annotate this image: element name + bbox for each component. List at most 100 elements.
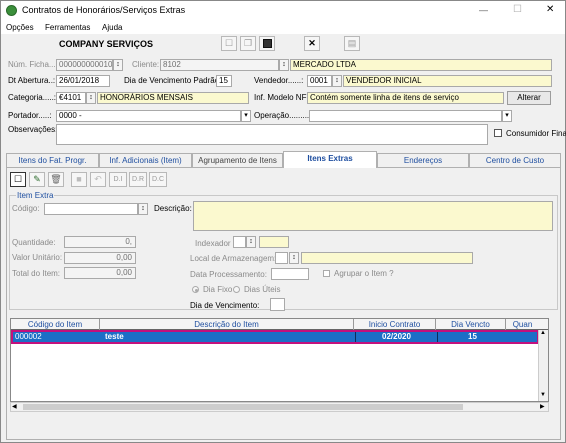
save-button[interactable] [259,36,275,51]
num-ficha-lookup-button[interactable]: ↕ [113,59,123,71]
dias-uteis-radio[interactable] [233,286,240,293]
local-lookup-button[interactable]: ↕ [289,252,299,264]
indexador-lookup-button[interactable]: ↕ [246,236,256,248]
alterar-button[interactable]: Alterar [507,91,551,105]
indexador-code-field[interactable] [233,236,246,248]
row-codigo: 000002 [15,332,42,341]
vendedor-code-field[interactable]: 0001 [307,75,332,87]
column-header-codigo[interactable]: Código do Item [11,319,99,330]
tab-inf-adicionais[interactable]: Inf. Adicionais (Item) [99,153,192,167]
scroll-up-arrow[interactable]: ▲ [540,330,546,336]
scroll-thumb[interactable] [23,404,463,410]
edit-item-icon[interactable]: ✎ [29,172,45,187]
codigo-label: Código: [12,204,40,213]
dia-venc-padrao-field[interactable]: 15 [216,75,232,87]
inf-modelo-field[interactable]: Contém somente linha de itens de serviço [307,92,504,104]
descricao-label: Descrição: [154,204,192,213]
row-descricao: teste [105,332,124,341]
save-item-icon[interactable]: ■ [71,172,87,187]
tab-enderecos[interactable]: Endereços [377,153,469,167]
local-code-field[interactable] [275,252,288,264]
menu-ajuda[interactable]: Ajuda [102,22,122,33]
items-grid: Código do Item Descrição do Item Inicio … [10,318,549,402]
cliente-name-field[interactable]: MERCADO LTDA [290,59,552,71]
portador-label: Portador.....: [8,111,52,120]
categoria-lookup-button[interactable]: ↕ [86,92,96,104]
dr-button[interactable]: D.R [129,172,147,187]
tab-itens-extras[interactable]: Itens Extras [283,151,377,168]
operacao-dropdown-arrow[interactable]: ▾ [502,110,512,122]
vendedor-label: Vendedor......: [254,76,304,85]
tab-agrupamento[interactable]: Agrupamento de Itens [192,153,283,167]
di-button[interactable]: D.I [109,172,127,187]
scroll-right-arrow[interactable]: ▶ [540,403,545,410]
new-record-button[interactable]: ☐ [221,36,237,51]
dia-vencimento-label: Dia de Vencimento: [190,301,260,310]
total-item-field[interactable]: 0,00 [64,267,136,279]
scroll-left-arrow[interactable]: ◀ [12,403,17,410]
menu-opcoes[interactable]: Opções [6,22,34,33]
portador-select[interactable]: 0000 - [56,110,241,122]
agrupar-checkbox[interactable] [323,270,330,277]
menu-bar: Opções Ferramentas Ajuda [1,21,565,34]
vertical-scrollbar[interactable]: ▲ ▼ [538,330,548,401]
new-item-icon[interactable]: ☐ [10,172,26,187]
tab-panel: ☐ ✎ 🗑 ■ ↶ D.I D.R D.C Item Extra Código:… [6,167,561,440]
vendedor-name-field[interactable]: VENDEDOR INICIAL [343,75,552,87]
indexador-name-field[interactable] [259,236,289,248]
tab-centro-custo[interactable]: Centro de Custo [469,153,561,167]
dias-uteis-label: Dias Úteis [244,285,281,294]
categoria-code-field[interactable]: €4101 [56,92,86,104]
observacoes-field[interactable] [56,124,488,145]
save-icon [262,39,272,48]
quantidade-field[interactable]: 0, [64,236,136,248]
dc-button[interactable]: D.C [149,172,167,187]
operacao-select[interactable] [309,110,502,122]
codigo-field[interactable] [44,203,138,215]
dia-vencimento-field[interactable] [270,298,285,311]
title-bar: Contratos de Honorários/Serviços Extras … [1,1,565,21]
copy-record-button[interactable]: ❐ [240,36,256,51]
undo-icon[interactable]: ↶ [90,172,106,187]
column-header-inicio[interactable]: Inicio Contrato [353,319,435,330]
dt-abertura-field[interactable]: 26/01/2018 [56,75,110,87]
trash-icon[interactable]: 🗑 [48,172,64,187]
consumidor-final-checkbox[interactable] [494,129,502,137]
delete-button[interactable]: ✕ [304,36,320,51]
dia-fixo-radio[interactable] [192,286,199,293]
item-extra-title: Item Extra [16,190,55,201]
agrupar-label: Agrupar o Item ? [334,269,394,278]
minimize-button[interactable]: — [479,5,488,16]
scroll-down-arrow[interactable]: ▼ [540,392,546,398]
descricao-field[interactable] [193,201,553,231]
cliente-code-field[interactable]: 8102 [160,59,279,71]
close-button[interactable]: ✕ [546,4,554,15]
window-title: Contratos de Honorários/Serviços Extras [22,5,186,15]
tab-itens-fat-progr[interactable]: Itens do Fat. Progr. [6,153,99,167]
consumidor-final-label: Consumidor Final [506,129,566,138]
valor-unitario-field[interactable]: 0,00 [64,252,136,264]
data-processamento-field[interactable] [271,268,309,280]
print-button[interactable]: ▤ [344,36,360,51]
column-header-dia-vencto[interactable]: Dia Vencto [435,319,505,330]
vendedor-lookup-button[interactable]: ↕ [332,75,342,87]
column-header-descricao[interactable]: Descrição do Item [99,319,353,330]
inf-modelo-label: Inf. Modelo NF: [254,93,309,102]
num-ficha-field[interactable]: 000000000010 [56,59,113,71]
categoria-name-field[interactable]: HONORÁRIOS MENSAIS [97,92,249,104]
dia-venc-padrao-label: Dia de Vencimento Padrão: [124,76,222,85]
total-item-label: Total do Item: [12,269,61,278]
column-header-quan[interactable]: Quan [505,319,539,330]
codigo-lookup-button[interactable]: ↕ [138,203,148,215]
app-icon [6,5,17,16]
cliente-lookup-button[interactable]: ↕ [279,59,289,71]
horizontal-scrollbar[interactable]: ◀ ▶ [10,402,549,412]
menu-ferramentas[interactable]: Ferramentas [45,22,90,33]
maximize-button[interactable]: ☐ [513,4,522,15]
valor-unitario-label: Valor Unitário: [12,253,63,262]
local-armazenagem-label: Local de Armazenagem: [190,254,277,263]
data-processamento-label: Data Processamento: [190,270,267,279]
local-name-field[interactable] [301,252,473,264]
portador-dropdown-arrow[interactable]: ▾ [241,110,251,122]
table-row[interactable]: 000002 teste 02/2020 15 [11,330,539,344]
